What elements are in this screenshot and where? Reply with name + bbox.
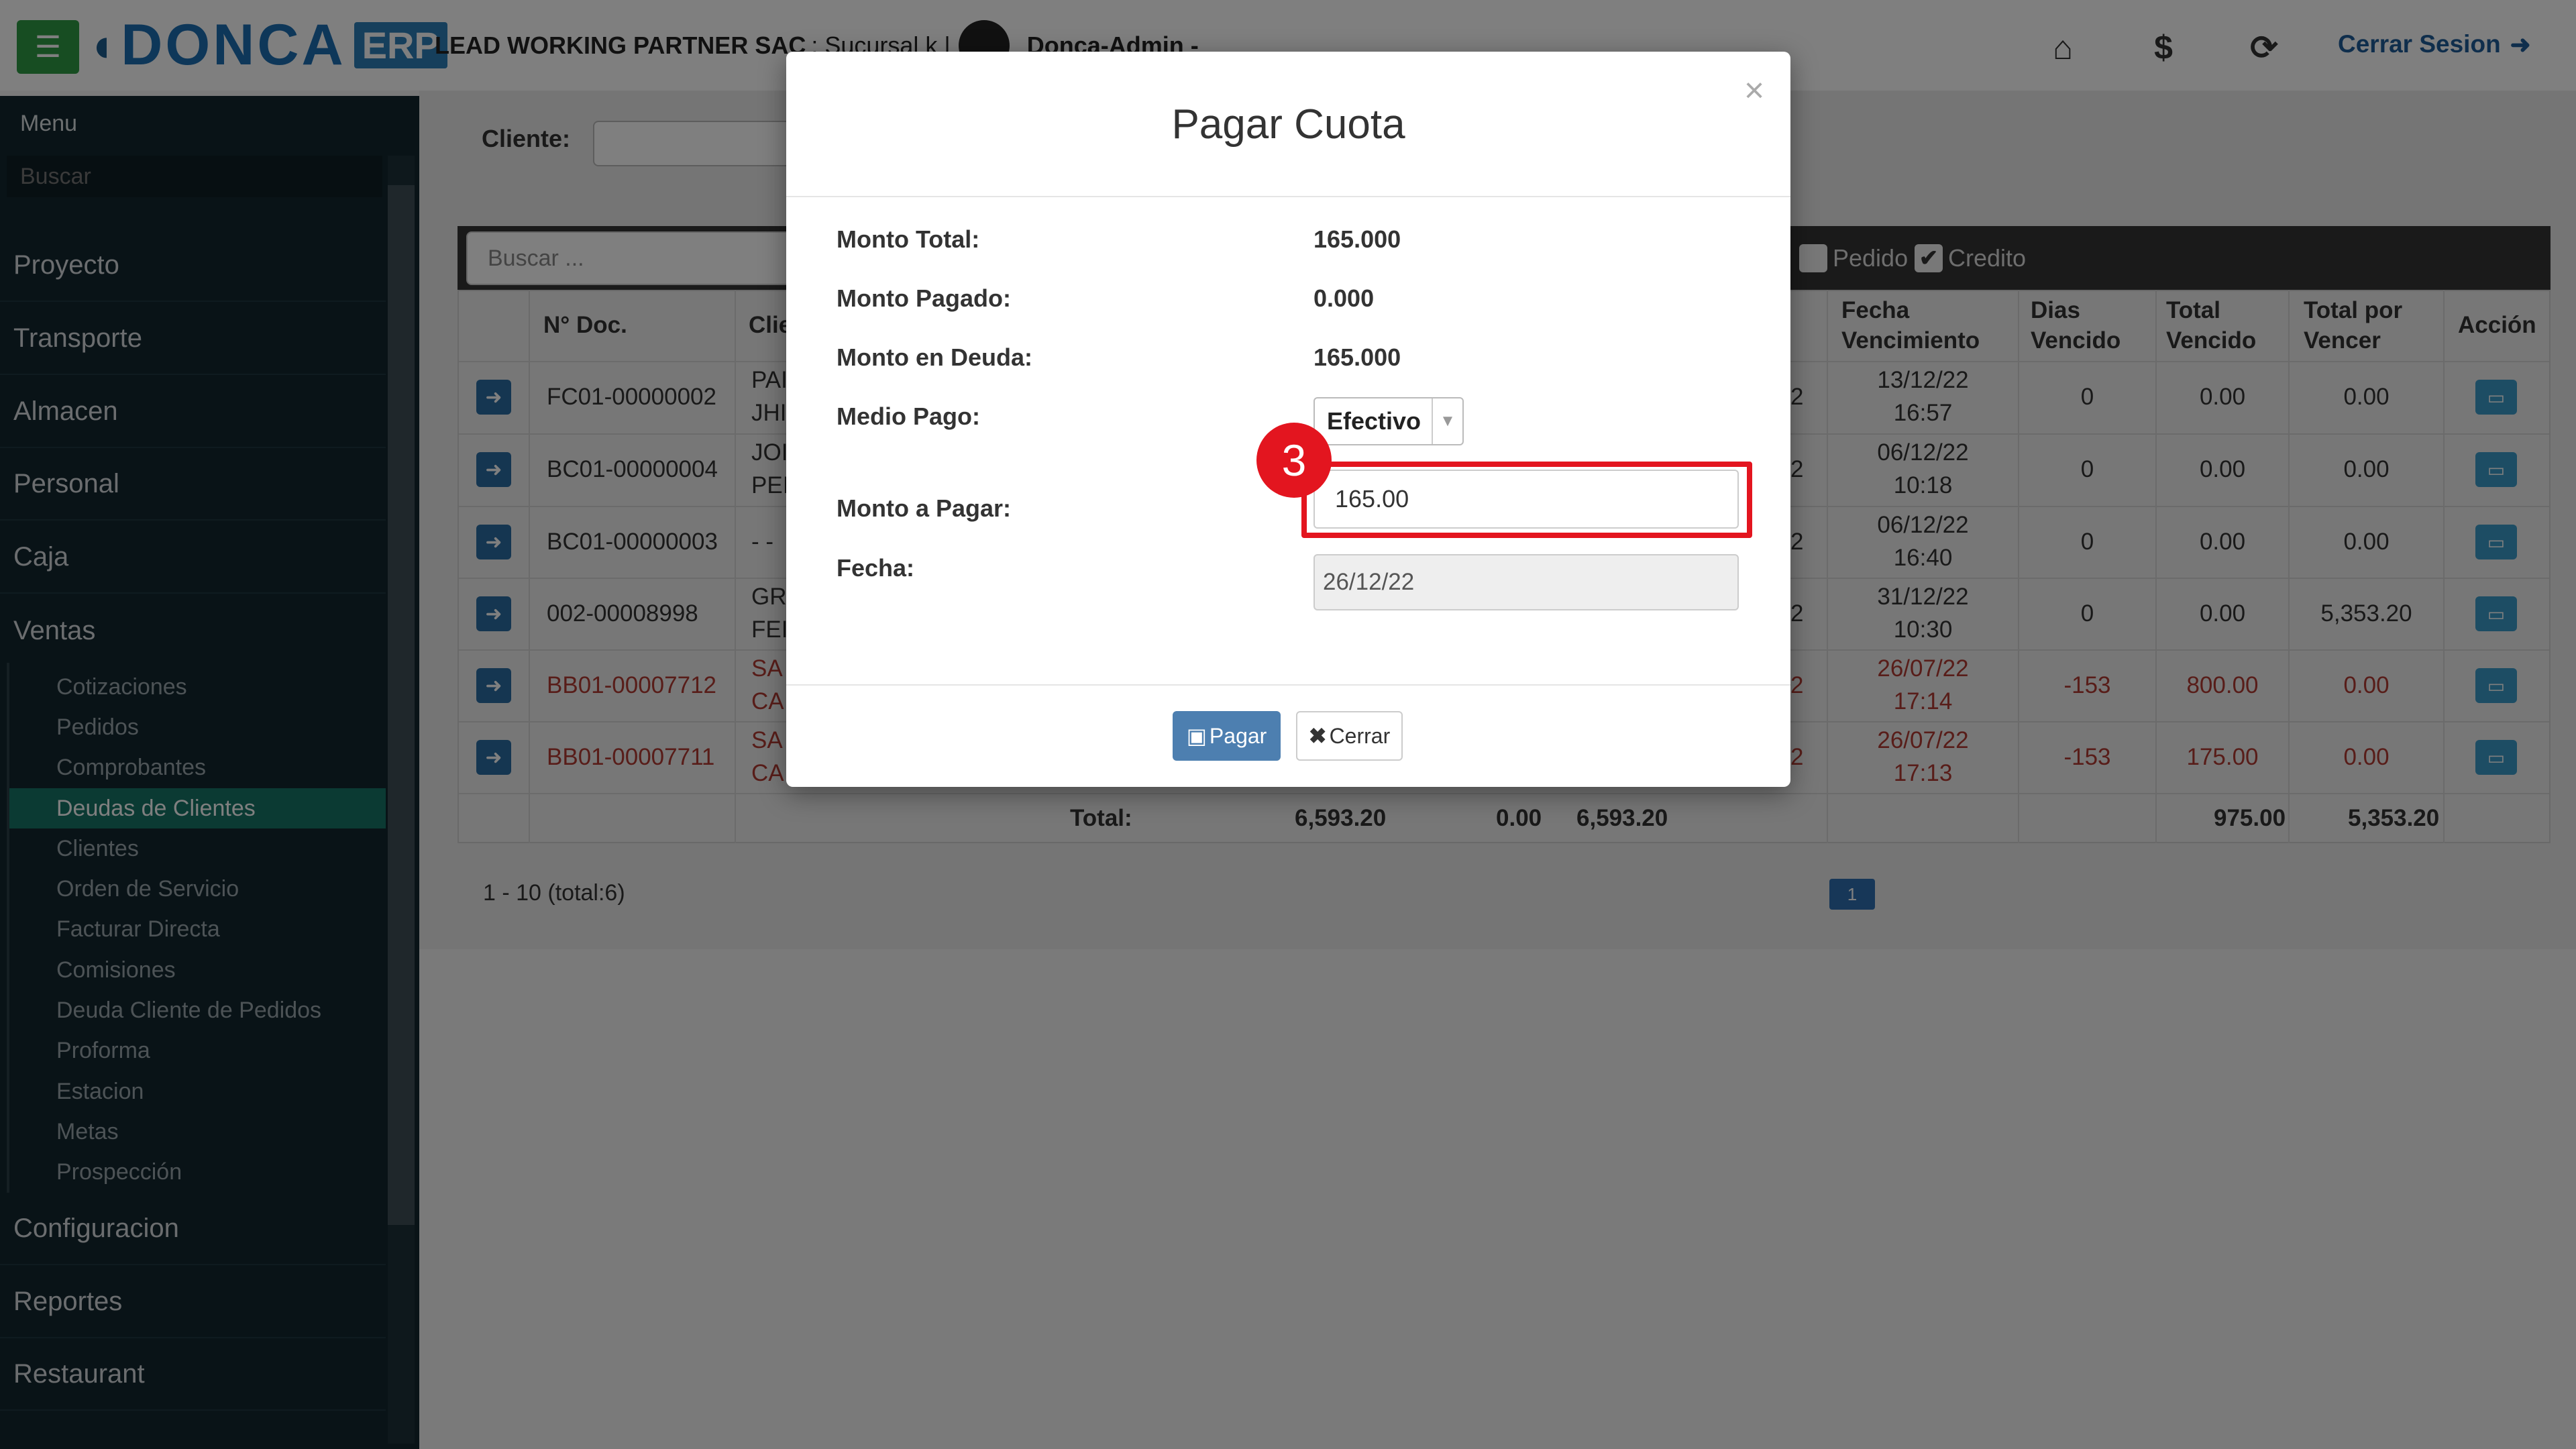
pagar-label: Pagar <box>1209 723 1267 748</box>
pagar-button[interactable]: ▣ Pagar <box>1173 711 1281 761</box>
step-highlight-box <box>1301 462 1752 538</box>
cerrar-label: Cerrar <box>1329 723 1391 748</box>
fecha-input[interactable] <box>1313 554 1739 610</box>
monto-total-value: 165.000 <box>1313 225 1401 253</box>
chevron-down-icon: ▼ <box>1432 398 1462 444</box>
modal-divider <box>786 196 1790 197</box>
monto-pagado-label: Monto Pagado: <box>837 284 1011 312</box>
medio-pago-value: Efectivo <box>1327 407 1421 435</box>
monto-pagado-value: 0.000 <box>1313 284 1375 312</box>
cerrar-button[interactable]: ✖ Cerrar <box>1296 711 1403 761</box>
monto-pagar-label: Monto a Pagar: <box>837 494 1012 522</box>
money-icon: ▣ <box>1186 724 1207 748</box>
monto-total-label: Monto Total: <box>837 225 980 253</box>
medio-pago-label: Medio Pago: <box>837 402 980 430</box>
modal-footer-divider <box>786 684 1790 686</box>
modal-title: Pagar Cuota <box>1171 101 1405 148</box>
fecha-label: Fecha: <box>837 554 915 582</box>
medio-pago-select[interactable]: Efectivo ▼ <box>1313 397 1464 445</box>
monto-deuda-value: 165.000 <box>1313 343 1401 371</box>
step-badge: 3 <box>1256 423 1332 498</box>
monto-deuda-label: Monto en Deuda: <box>837 343 1032 371</box>
close-icon: ✖ <box>1308 724 1327 748</box>
